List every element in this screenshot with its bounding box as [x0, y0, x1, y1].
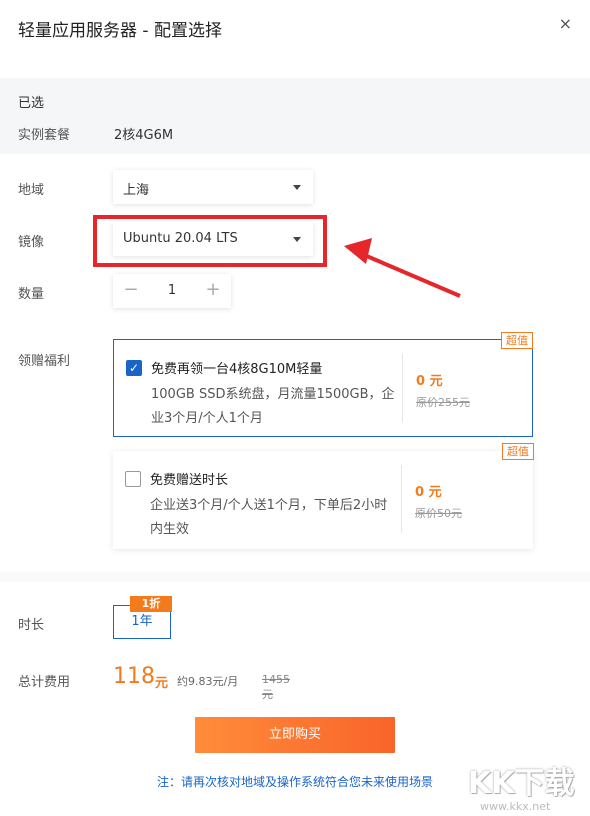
divider	[401, 465, 402, 533]
selected-summary: 已选 实例套餐 2核4G6M	[0, 78, 590, 154]
quantity-label: 数量	[18, 287, 45, 302]
quantity-value[interactable]: 1	[151, 274, 193, 308]
dialog-title: 轻量应用服务器 - 配置选择	[18, 21, 222, 41]
selected-heading: 已选	[18, 96, 45, 111]
close-icon[interactable]: ×	[559, 14, 572, 33]
value-badge: 超值	[501, 332, 533, 349]
benefit-desc: 企业送3个月/个人送1个月，下单后2小时内生效	[150, 498, 388, 537]
total-amount: 118	[113, 664, 155, 689]
benefit-original-price: 原价255元	[416, 396, 470, 409]
per-month-price: 约9.83元/月	[177, 675, 239, 688]
quantity-stepper: − 1 +	[113, 274, 231, 308]
total-unit: 元	[155, 676, 169, 691]
caret-down-icon	[293, 185, 301, 190]
region-select[interactable]: 上海	[113, 170, 313, 204]
divider	[402, 354, 403, 422]
region-value: 上海	[123, 183, 150, 198]
benefit-title: 免费赠送时长	[150, 473, 229, 488]
benefit-price: 0 元	[415, 485, 442, 500]
benefits-label: 领赠福利	[18, 354, 71, 369]
benefit-price: 0 元	[416, 374, 443, 389]
decrement-button[interactable]: −	[113, 274, 149, 308]
package-label: 实例套餐	[18, 128, 71, 143]
dialog-header: 轻量应用服务器 - 配置选择 ×	[0, 0, 590, 78]
total-original-price: 1455元	[262, 673, 290, 701]
watermark-url: www.kkx.net	[480, 800, 551, 813]
annotation-highlight-box	[93, 215, 327, 267]
buy-now-button[interactable]: 立即购买	[195, 717, 395, 753]
increment-button[interactable]: +	[195, 274, 231, 308]
watermark-logo: KK下载	[468, 766, 575, 801]
site-watermark: KK下载 www.kkx.net	[468, 758, 586, 816]
checkbox-unchecked[interactable]	[125, 471, 141, 487]
annotation-arrow-icon	[344, 238, 461, 298]
region-label: 地域	[18, 183, 45, 198]
checkbox-checked[interactable]: ✓	[126, 360, 142, 376]
package-value: 2核4G6M	[114, 128, 174, 143]
discount-badge: 1折	[130, 596, 172, 612]
duration-label: 时长	[18, 618, 45, 633]
benefit-title: 免费再领一台4核8G10M轻量	[151, 362, 323, 377]
value-badge: 超值	[502, 443, 534, 460]
benefit-card-free-server[interactable]: ✓ 免费再领一台4核8G10M轻量 100GB SSD系统盘，月流量1500GB…	[113, 332, 533, 437]
benefit-original-price: 原价50元	[415, 507, 462, 520]
section-divider	[0, 572, 590, 582]
total-label: 总计费用	[18, 675, 71, 690]
image-label: 镜像	[18, 235, 45, 250]
benefit-card-free-duration[interactable]: 免费赠送时长 企业送3个月/个人送1个月，下单后2小时内生效 0 元 原价50元…	[113, 443, 534, 549]
benefit-desc: 100GB SSD系统盘，月流量1500GB，企业3个月/个人1个月	[151, 387, 395, 426]
